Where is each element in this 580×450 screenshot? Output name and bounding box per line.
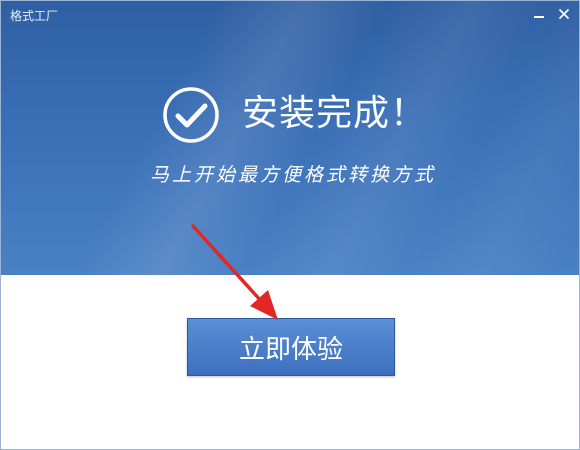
installer-window: 格式工厂 安装完成！ 马上开始最方便格式转换方式 立即体验 xyxy=(0,0,580,450)
window-border xyxy=(0,0,580,450)
